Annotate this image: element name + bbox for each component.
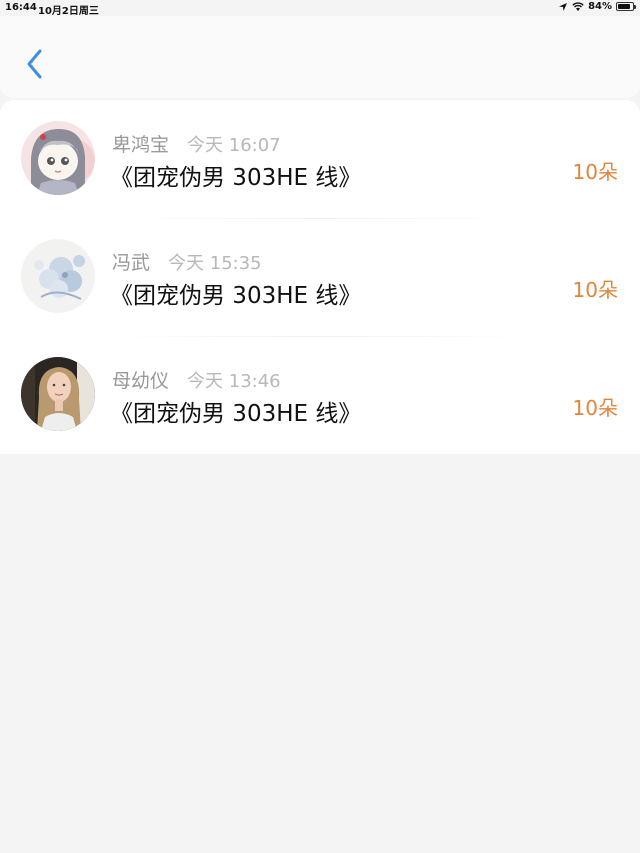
- status-time: 16:44: [5, 2, 37, 13]
- book-title: 《团宠伪男 303HE 线》: [110, 401, 362, 427]
- record-meta: 卑鸿宝 今天 16:07: [112, 130, 281, 157]
- location-icon: [559, 2, 568, 11]
- list-item[interactable]: 卑鸿宝 今天 16:07 《团宠伪男 303HE 线》 10朵: [0, 100, 640, 218]
- gift-record-list: 卑鸿宝 今天 16:07 《团宠伪男 303HE 线》 10朵 冯武 今天 15…: [0, 100, 640, 454]
- anime-girl-avatar-image: [21, 121, 95, 195]
- list-item[interactable]: 母幼仪 今天 13:46 《团宠伪男 303HE 线》 10朵: [0, 336, 640, 454]
- sender-name: 母幼仪: [112, 370, 170, 392]
- sender-name: 卑鸿宝: [112, 134, 170, 156]
- record-time: 今天 16:07: [187, 135, 281, 156]
- avatar[interactable]: [21, 357, 95, 431]
- wifi-icon: [572, 1, 584, 11]
- battery-fill: [618, 4, 630, 9]
- woman-photo-avatar-image: [21, 357, 95, 431]
- record-time: 今天 13:46: [187, 371, 281, 392]
- back-button[interactable]: [20, 46, 48, 82]
- record-time: 今天 15:35: [168, 253, 262, 274]
- book-title: 《团宠伪男 303HE 线》: [110, 283, 362, 309]
- book-title: 《团宠伪男 303HE 线》: [110, 165, 362, 191]
- sender-name: 冯武: [112, 252, 151, 274]
- record-meta: 冯武 今天 15:35: [112, 248, 262, 275]
- battery-icon: [616, 2, 636, 11]
- watercolor-flower-avatar-image: [21, 239, 95, 313]
- flower-amount: 10朵: [572, 278, 618, 302]
- battery-percent: 84%: [588, 1, 612, 12]
- flower-amount: 10朵: [572, 160, 618, 184]
- navigation-bar: [0, 16, 640, 98]
- list-item[interactable]: 冯武 今天 15:35 《团宠伪男 303HE 线》 10朵: [0, 218, 640, 336]
- avatar[interactable]: [21, 239, 95, 313]
- status-indicators: 84%: [558, 1, 636, 12]
- record-meta: 母幼仪 今天 13:46: [112, 366, 281, 393]
- flower-amount: 10朵: [572, 396, 618, 420]
- status-date: 10月2日周三: [38, 6, 99, 17]
- avatar[interactable]: [21, 121, 95, 195]
- chevron-left-icon: [27, 49, 42, 79]
- status-bar: 16:44 10月2日周三 84%: [0, 0, 640, 17]
